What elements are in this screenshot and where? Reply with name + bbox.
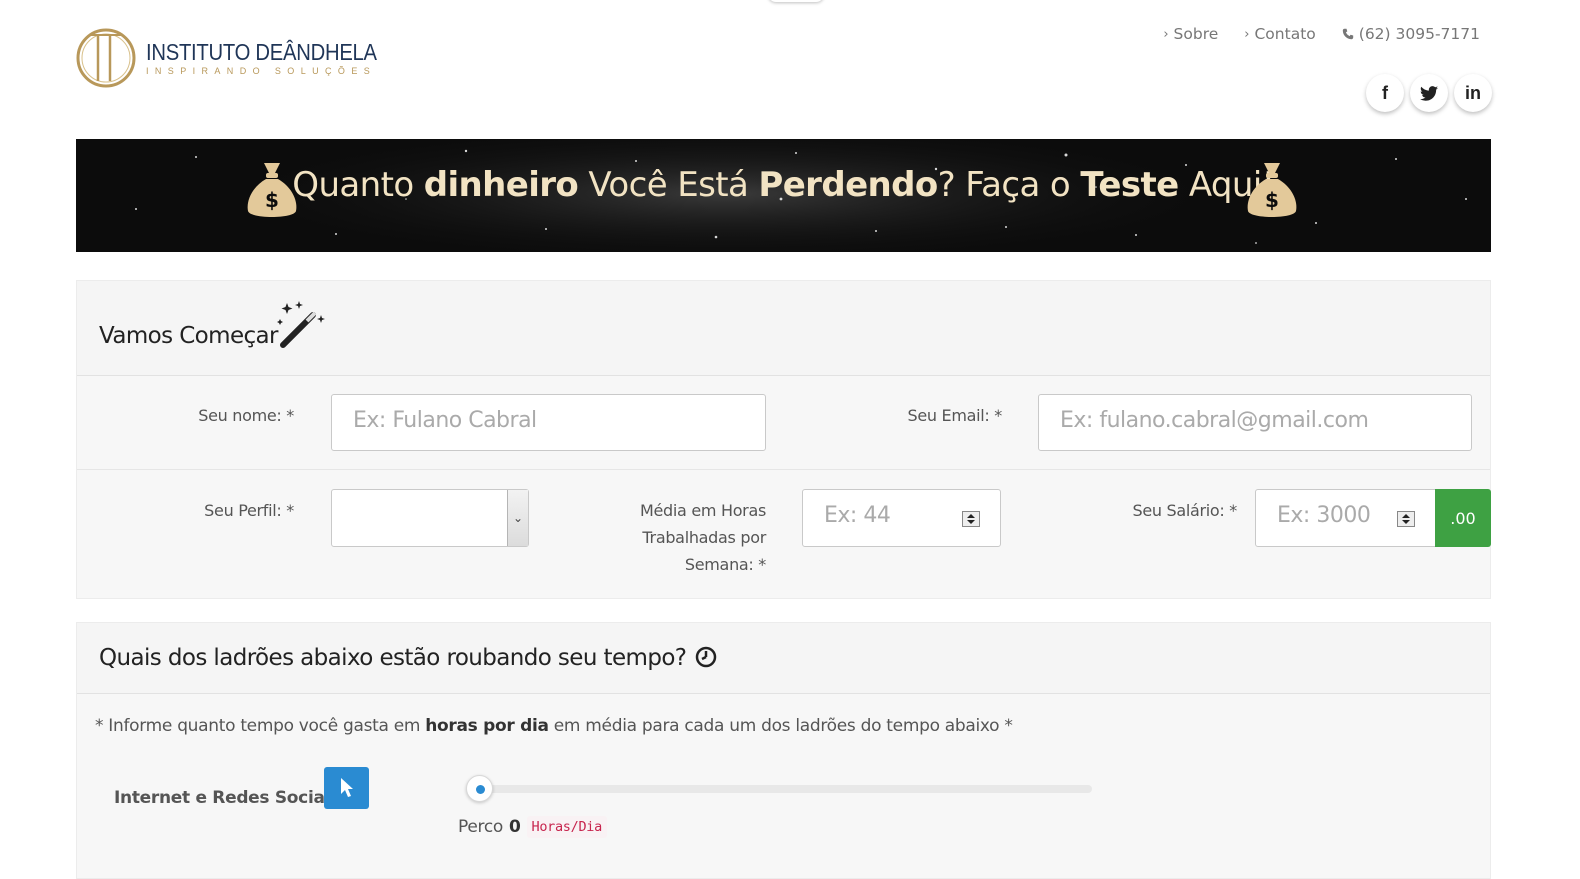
instructions-text: * Informe quanto tempo você gasta em hor… — [95, 716, 1013, 736]
top-nav: › Sobre › Contato (62) 3095-7171 — [1163, 25, 1480, 43]
number-spinner[interactable] — [1397, 511, 1415, 527]
select-pointer-button[interactable] — [324, 767, 369, 809]
weekly-hours-input[interactable]: Ex: 44 — [802, 489, 1001, 547]
facebook-button[interactable]: f — [1366, 74, 1404, 112]
panel-header: Vamos Começar — [77, 281, 1490, 376]
profile-select[interactable]: ⌄ — [331, 489, 529, 547]
magic-wand-icon — [277, 301, 325, 348]
phone-icon — [1342, 28, 1353, 40]
email-input[interactable]: Ex: fulano.cabral@gmail.com — [1038, 394, 1472, 451]
panel-title: Quais dos ladrões abaixo estão roubando … — [99, 645, 717, 671]
salary-cents-addon: .00 — [1435, 489, 1491, 547]
svg-text:$: $ — [1265, 188, 1279, 212]
money-bag-icon: $ — [1247, 163, 1297, 217]
hours-slider-handle[interactable] — [466, 775, 493, 802]
hours-readout: Perco 0 Horas/Dia — [458, 816, 607, 838]
hours-value: 0 — [508, 817, 521, 837]
cursor-pointer-icon — [340, 778, 353, 797]
site-logo[interactable]: INSTITUTO DEÂNDHELA INSPIRANDO SOLUÇÕES — [76, 27, 408, 89]
panel-header: Quais dos ladrões abaixo estão roubando … — [77, 623, 1490, 694]
chevron-right-icon: › — [1163, 26, 1169, 42]
hours-slider-track[interactable] — [469, 785, 1092, 793]
logo-subtitle: INSPIRANDO SOLUÇÕES — [146, 66, 377, 76]
profile-label: Seu Perfil: * — [204, 501, 294, 520]
top-tab — [768, 0, 824, 2]
salary-label: Seu Salário: * — [1132, 501, 1237, 520]
email-label: Seu Email: * — [907, 406, 1003, 425]
nav-link-contato[interactable]: › Contato — [1244, 25, 1315, 43]
twitter-icon — [1420, 85, 1438, 101]
row-divider — [77, 469, 1490, 470]
hours-unit: Horas/Dia — [526, 816, 607, 838]
hours-label: Média em Horas Trabalhadas por Semana: * — [640, 501, 766, 574]
name-label: Seu nome: * — [198, 406, 294, 425]
panel-title: Vamos Começar — [99, 323, 279, 349]
linkedin-button[interactable]: in — [1454, 74, 1492, 112]
number-spinner[interactable] — [962, 511, 980, 527]
nav-link-label: Contato — [1254, 25, 1316, 43]
nav-link-sobre[interactable]: › Sobre — [1163, 25, 1218, 43]
twitter-button[interactable] — [1410, 74, 1448, 112]
chevron-right-icon: › — [1244, 26, 1250, 42]
salary-input[interactable]: Ex: 3000 — [1255, 489, 1436, 547]
facebook-icon: f — [1382, 82, 1388, 103]
chevron-down-icon: ⌄ — [507, 490, 528, 546]
thief-label-internet: Internet e Redes Sociais — [114, 788, 340, 808]
phone-number: (62) 3095-7171 — [1358, 25, 1480, 43]
logo-emblem-icon — [76, 28, 136, 88]
nav-link-label: Sobre — [1173, 25, 1219, 43]
start-form-panel: Vamos Começar Seu nome: * Ex: Fulano Cab… — [76, 280, 1491, 599]
test-banner[interactable]: $ Quanto dinheiro Você Está Perdendo? Fa… — [76, 139, 1491, 252]
social-links: f in — [1366, 74, 1492, 112]
clock-icon — [695, 646, 717, 668]
logo-title: INSTITUTO DEÂNDHELA — [146, 39, 377, 65]
time-thieves-panel: Quais dos ladrões abaixo estão roubando … — [76, 622, 1491, 879]
linkedin-icon: in — [1465, 82, 1481, 103]
name-input[interactable]: Ex: Fulano Cabral — [331, 394, 766, 451]
nav-phone[interactable]: (62) 3095-7171 — [1342, 25, 1480, 43]
